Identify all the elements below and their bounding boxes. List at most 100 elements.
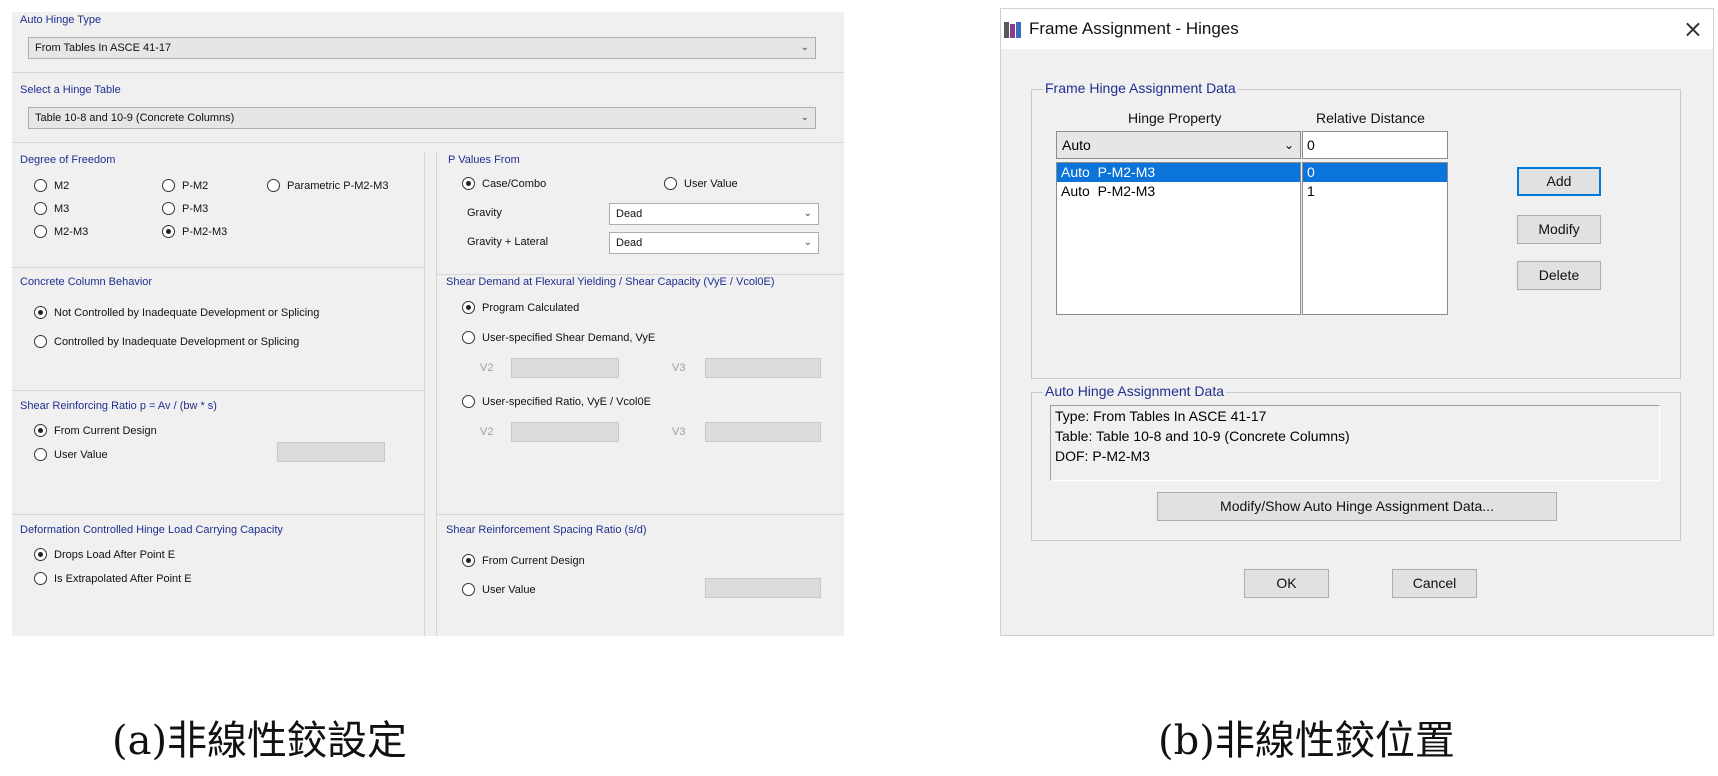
list-item[interactable]: 0 <box>1303 163 1447 182</box>
controlled-label: Controlled by Inadequate Development or … <box>54 335 300 348</box>
dof-p-m3-label: P-M3 <box>182 202 209 215</box>
auto-hinge-type-select[interactable]: From Tables In ASCE 41-17 ⌄ <box>28 37 816 59</box>
hinge-property-header: Hinge Property <box>1128 110 1222 126</box>
radio-icon <box>34 448 47 461</box>
frame-hinge-label: Frame Hinge Assignment Data <box>1043 80 1238 96</box>
list-item[interactable]: Auto P-M2-M3 <box>1057 182 1300 201</box>
concrete-radio-not-controlled[interactable]: Not Controlled by Inadequate Development… <box>34 306 319 319</box>
v3-label: V3 <box>672 362 686 374</box>
v3-input[interactable] <box>705 358 821 378</box>
spacing-user-label: User Value <box>482 583 536 596</box>
close-icon[interactable]: × <box>1683 15 1703 43</box>
relative-distance-value: 0 <box>1307 137 1315 153</box>
modify-button[interactable]: Modify <box>1517 215 1601 244</box>
v3-ratio-input[interactable] <box>705 422 821 442</box>
radio-icon <box>664 177 677 190</box>
spacing-ratio-input[interactable] <box>705 578 821 598</box>
v2-label: V2 <box>480 362 494 374</box>
dof-radio-m2[interactable]: M2 <box>34 179 69 192</box>
user-ratio-label: User-specified Ratio, VyE / Vcol0E <box>482 395 651 408</box>
spacing-current-label: From Current Design <box>482 554 585 567</box>
shear-ratio-input[interactable] <box>277 442 385 462</box>
spacing-ratio-label: Shear Reinforcement Spacing Ratio (s/d) <box>446 524 647 536</box>
spacing-ratio-radio-user[interactable]: User Value <box>462 583 536 596</box>
shear-demand-radio-user-vye[interactable]: User-specified Shear Demand, VyE <box>462 331 655 344</box>
dof-p-m2-m3-label: P-M2-M3 <box>182 225 228 238</box>
deformation-label: Deformation Controlled Hinge Load Carryi… <box>20 524 283 536</box>
list-item[interactable]: Auto P-M2-M3 <box>1057 163 1300 182</box>
dof-radio-m2-m3[interactable]: M2-M3 <box>34 225 88 238</box>
gravity-label: Gravity <box>467 207 502 219</box>
user-value-label: User Value <box>684 177 738 190</box>
shear-ratio-radio-current[interactable]: From Current Design <box>34 424 157 437</box>
radio-icon <box>162 202 175 215</box>
auto-hinge-type-label: Auto Hinge Type <box>20 14 102 26</box>
deformation-radio-drops[interactable]: Drops Load After Point E <box>34 548 175 561</box>
radio-icon <box>34 179 47 192</box>
divider <box>424 152 425 636</box>
radio-icon <box>462 395 475 408</box>
gravity-lateral-value: Dead <box>616 237 643 249</box>
add-button[interactable]: Add <box>1517 167 1601 196</box>
user-shear-demand-label: User-specified Shear Demand, VyE <box>482 331 656 344</box>
gravity-lateral-select[interactable]: Dead ⌄ <box>609 232 819 254</box>
hinge-table-select[interactable]: Table 10-8 and 10-9 (Concrete Columns) ⌄ <box>28 107 816 129</box>
deformation-radio-extrapolated[interactable]: Is Extrapolated After Point E <box>34 572 192 585</box>
dof-m3-label: M3 <box>54 202 70 215</box>
divider <box>436 274 844 275</box>
divider <box>12 267 424 268</box>
hinge-table-label: Select a Hinge Table <box>20 84 121 96</box>
program-calculated-label: Program Calculated <box>482 301 580 314</box>
radio-checked-icon <box>162 225 175 238</box>
divider <box>436 514 844 515</box>
cancel-button[interactable]: Cancel <box>1392 569 1477 598</box>
dof-label: Degree of Freedom <box>20 154 116 166</box>
v2-ratio-input[interactable] <box>511 422 619 442</box>
dof-radio-parametric[interactable]: Parametric P-M2-M3 <box>267 179 388 192</box>
dof-radio-m3[interactable]: M3 <box>34 202 69 215</box>
v3-label: V3 <box>672 426 686 438</box>
shear-demand-radio-program[interactable]: Program Calculated <box>462 301 579 314</box>
radio-icon <box>462 583 475 596</box>
spacing-ratio-radio-current[interactable]: From Current Design <box>462 554 585 567</box>
shear-demand-radio-user-ratio[interactable]: User-specified Ratio, VyE / Vcol0E <box>462 395 651 408</box>
auto-hinge-label: Auto Hinge Assignment Data <box>1043 383 1226 399</box>
divider <box>12 390 424 391</box>
hinge-property-value: Auto <box>1062 137 1091 153</box>
list-item[interactable]: 1 <box>1303 182 1447 201</box>
p-values-label: P Values From <box>448 154 520 166</box>
modify-show-auto-hinge-button[interactable]: Modify/Show Auto Hinge Assignment Data..… <box>1157 492 1557 521</box>
v2-input[interactable] <box>511 358 619 378</box>
radio-icon <box>267 179 280 192</box>
relative-distance-input[interactable]: 0 <box>1302 131 1448 159</box>
delete-button[interactable]: Delete <box>1517 261 1601 290</box>
title-bar: Frame Assignment - Hinges × <box>1001 9 1713 49</box>
chevron-down-icon: ⌄ <box>800 112 809 123</box>
radio-icon <box>34 335 47 348</box>
ok-button[interactable]: OK <box>1244 569 1329 598</box>
radio-icon <box>162 179 175 192</box>
dof-radio-p-m3[interactable]: P-M3 <box>162 202 208 215</box>
concrete-radio-controlled[interactable]: Controlled by Inadequate Development or … <box>34 335 299 348</box>
app-icon <box>1004 22 1021 38</box>
hinge-property-select[interactable]: Auto ⌄ <box>1056 131 1301 159</box>
chevron-down-icon: ⌄ <box>803 237 812 248</box>
hinge-settings-panel: Auto Hinge Type From Tables In ASCE 41-1… <box>12 12 844 636</box>
radio-icon <box>462 331 475 344</box>
dof-radio-p-m2-m3[interactable]: P-M2-M3 <box>162 225 227 238</box>
caption-b: (b)非線性鉸位置 <box>1158 718 1455 764</box>
hinge-property-list[interactable]: Auto P-M2-M3 Auto P-M2-M3 <box>1056 162 1301 315</box>
radio-checked-icon <box>462 301 475 314</box>
radio-icon <box>34 202 47 215</box>
gravity-value: Dead <box>616 208 643 220</box>
divider <box>12 72 844 73</box>
v2-label: V2 <box>480 426 494 438</box>
p-values-radio-user-value[interactable]: User Value <box>664 177 738 190</box>
p-values-radio-case-combo[interactable]: Case/Combo <box>462 177 546 190</box>
dof-radio-p-m2[interactable]: P-M2 <box>162 179 208 192</box>
info-type: Type: From Tables In ASCE 41-17 <box>1055 408 1267 424</box>
shear-ratio-radio-user[interactable]: User Value <box>34 448 108 461</box>
gravity-select[interactable]: Dead ⌄ <box>609 203 819 225</box>
relative-distance-list[interactable]: 0 1 <box>1302 162 1448 315</box>
dof-parametric-label: Parametric P-M2-M3 <box>287 179 389 192</box>
